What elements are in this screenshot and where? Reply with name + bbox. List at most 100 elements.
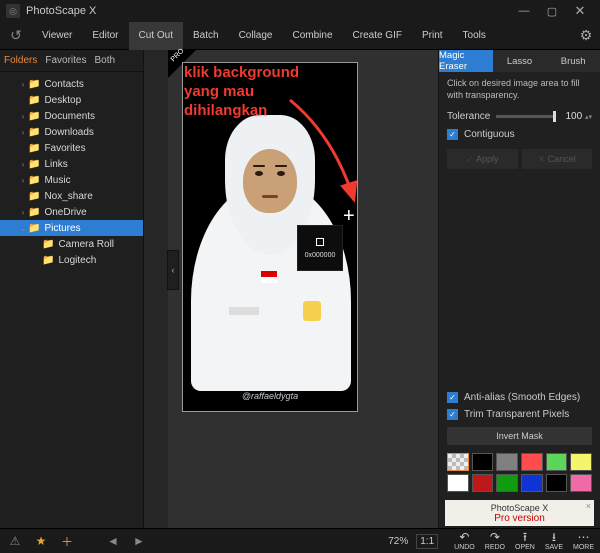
folder-icon: 📁 [42, 239, 54, 250]
menu-tab-create-gif[interactable]: Create GIF [343, 22, 412, 50]
minimize-button[interactable]: — [510, 1, 538, 21]
thumb-strip[interactable] [144, 50, 168, 528]
check-icon: ✓ [447, 409, 458, 420]
color-hex: 0x000000 [305, 252, 336, 259]
contiguous-checkbox[interactable]: ✓ Contiguous [439, 126, 600, 143]
menu-tab-editor[interactable]: Editor [82, 22, 128, 50]
folder-icon: 📁 [28, 207, 40, 218]
tool-panel: Magic Eraser Lasso Brush Click on desire… [438, 50, 600, 528]
folder-camera-roll[interactable]: 📁Camera Roll [0, 236, 143, 252]
prev-icon[interactable]: ◄ [104, 534, 122, 548]
sidebar-tabs: Folders Favorites Both [0, 50, 143, 72]
status-bar: ⚠ ★ ＋ ◄ ► 72% 1:1 ↶UNDO ↷REDO ⭱OPEN ⭳SAV… [0, 528, 600, 553]
folder-icon: 📁 [28, 79, 40, 90]
warning-icon[interactable]: ⚠ [6, 534, 24, 548]
folder-desktop[interactable]: 📁Desktop [0, 92, 143, 108]
open-button[interactable]: ⭱OPEN [515, 531, 535, 551]
folder-icon: 📁 [28, 111, 40, 122]
annotation-arrow [284, 96, 374, 216]
trim-checkbox[interactable]: ✓ Trim Transparent Pixels [439, 406, 600, 423]
folder-icon: 📁 [28, 159, 40, 170]
titlebar: ◎ PhotoScape X — ▢ ✕ [0, 0, 600, 22]
folder-icon: 📁 [28, 223, 40, 234]
folder-icon: 📁 [28, 95, 40, 106]
menu-tab-print[interactable]: Print [412, 22, 453, 50]
cancel-button[interactable]: ✕ Cancel [522, 149, 593, 169]
close-button[interactable]: ✕ [566, 1, 594, 21]
more-button[interactable]: ⋯MORE [573, 531, 594, 551]
zoom-level[interactable]: 72% [388, 536, 408, 547]
promo-close-icon[interactable]: × [586, 501, 591, 511]
swatch[interactable] [496, 474, 518, 492]
tolerance-slider[interactable] [496, 115, 556, 118]
menu-tab-batch[interactable]: Batch [183, 22, 229, 50]
swatch[interactable] [521, 453, 543, 471]
redo-button[interactable]: ↷REDO [485, 531, 505, 551]
swatch[interactable] [472, 453, 494, 471]
settings-icon[interactable]: ⚙ [572, 22, 600, 50]
annotation-text: klik background yang mau dihilangkan [184, 64, 299, 120]
window-title: PhotoScape X [26, 5, 510, 17]
folder-onedrive[interactable]: ›📁OneDrive [0, 204, 143, 220]
sidebar-tab-favorites[interactable]: Favorites [45, 55, 86, 66]
promo-banner[interactable]: PhotoScape X Pro version × [445, 500, 594, 526]
check-icon: ✓ [447, 392, 458, 403]
tab-lasso[interactable]: Lasso [493, 50, 547, 72]
color-swatches [439, 449, 600, 496]
tolerance-row: Tolerance 100 ▴▾ [439, 107, 600, 126]
folder-pictures[interactable]: ⌄📁Pictures [0, 220, 143, 236]
tool-hint: Click on desired image area to fill with… [439, 72, 600, 107]
watermark-text: @raffaeldygta [183, 391, 357, 401]
folder-links[interactable]: ›📁Links [0, 156, 143, 172]
swatch[interactable] [546, 453, 568, 471]
tab-brush[interactable]: Brush [546, 50, 600, 72]
swatch[interactable] [570, 474, 592, 492]
swatch[interactable] [496, 453, 518, 471]
collapse-sidebar-button[interactable]: ‹ [167, 250, 179, 290]
folder-nox_share[interactable]: 📁Nox_share [0, 188, 143, 204]
folder-icon: 📁 [28, 191, 40, 202]
menu-tab-collage[interactable]: Collage [229, 22, 283, 50]
maximize-button[interactable]: ▢ [538, 1, 566, 21]
sidebar-tab-folders[interactable]: Folders [4, 55, 37, 66]
app-logo: ◎ [6, 4, 20, 18]
apply-button[interactable]: ✓ Apply [447, 149, 518, 169]
check-icon: ✓ [447, 129, 458, 140]
swatch[interactable] [546, 474, 568, 492]
next-icon[interactable]: ► [130, 534, 148, 548]
invert-mask-button[interactable]: Invert Mask [447, 427, 592, 445]
folder-contacts[interactable]: ›📁Contacts [0, 76, 143, 92]
folder-sidebar: Folders Favorites Both ›📁Contacts 📁Deskt… [0, 50, 144, 528]
folder-icon: 📁 [28, 143, 40, 154]
add-icon[interactable]: ＋ [58, 533, 76, 550]
swatch[interactable] [472, 474, 494, 492]
zoom-ratio[interactable]: 1:1 [416, 534, 438, 549]
folder-icon: 📁 [42, 255, 54, 266]
tolerance-value: 100 [566, 111, 583, 122]
favorite-icon[interactable]: ★ [32, 534, 50, 548]
folder-icon: 📁 [28, 175, 40, 186]
folder-tree[interactable]: ›📁Contacts 📁Desktop›📁Documents›📁Download… [0, 72, 143, 528]
folder-favorites[interactable]: 📁Favorites [0, 140, 143, 156]
main-menubar: ↺ ViewerEditorCut OutBatchCollageCombine… [0, 22, 600, 50]
menu-tab-cut-out[interactable]: Cut Out [129, 22, 183, 50]
sidebar-tab-both[interactable]: Both [94, 55, 115, 66]
folder-logitech[interactable]: 📁Logitech [0, 252, 143, 268]
swatch[interactable] [521, 474, 543, 492]
menu-tab-combine[interactable]: Combine [282, 22, 342, 50]
menu-tab-tools[interactable]: Tools [453, 22, 496, 50]
swatch[interactable] [447, 453, 469, 471]
save-button[interactable]: ⭳SAVE [545, 531, 563, 551]
folder-documents[interactable]: ›📁Documents [0, 108, 143, 124]
antialias-checkbox[interactable]: ✓ Anti-alias (Smooth Edges) [439, 389, 600, 406]
stepper-icon[interactable]: ▴▾ [585, 113, 592, 121]
folder-downloads[interactable]: ›📁Downloads [0, 124, 143, 140]
swatch[interactable] [447, 474, 469, 492]
menu-tab-viewer[interactable]: Viewer [32, 22, 82, 50]
canvas-stage[interactable]: PRO ‹ @raffaeldygta 0x000000 [168, 50, 438, 528]
undo-button[interactable]: ↶UNDO [454, 531, 475, 551]
back-icon[interactable]: ↺ [0, 24, 32, 48]
swatch[interactable] [570, 453, 592, 471]
tab-magic-eraser[interactable]: Magic Eraser [439, 50, 493, 72]
folder-music[interactable]: ›📁Music [0, 172, 143, 188]
